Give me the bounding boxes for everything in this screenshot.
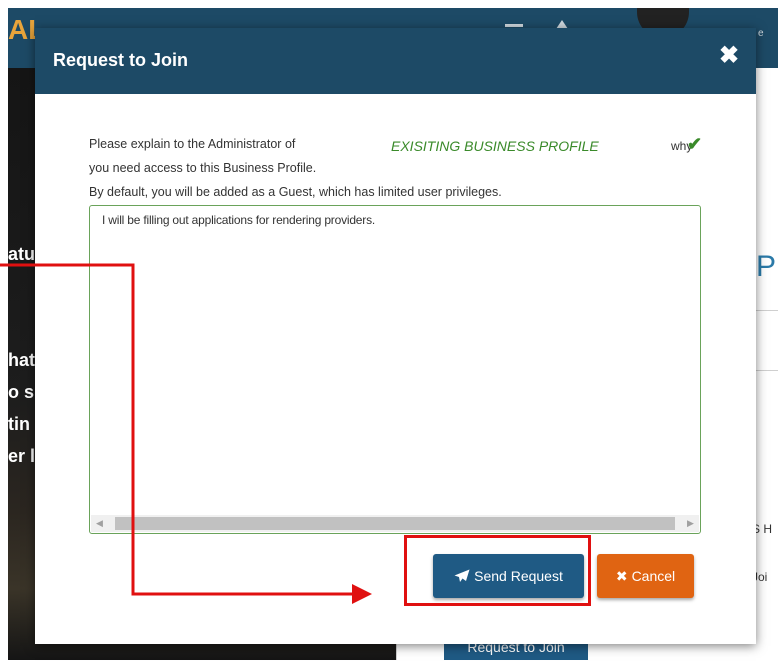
hero-text-fragment: o s bbox=[8, 382, 35, 402]
cancel-label: Cancel bbox=[631, 568, 676, 584]
request-to-join-modal: Request to Join ✖ Please explain to the … bbox=[35, 28, 756, 644]
hero-text-fragment: hat bbox=[8, 350, 35, 370]
hero-text-fragment: er l bbox=[8, 446, 36, 466]
instruction-line-1: Please explain to the Administrator of bbox=[89, 137, 296, 151]
instruction-line-2: you need access to this Business Profile… bbox=[89, 161, 317, 175]
checkmark-icon: ✔ bbox=[687, 134, 703, 154]
business-profile-name: EXISITING BUSINESS PROFILE bbox=[391, 138, 599, 154]
horizontal-scrollbar[interactable]: ◀ ▶ bbox=[91, 515, 699, 532]
scroll-right-arrow-icon[interactable]: ▶ bbox=[682, 515, 699, 532]
request-message-textarea[interactable]: I will be filling out applications for r… bbox=[89, 205, 701, 534]
request-message-value: I will be filling out applications for r… bbox=[102, 213, 376, 227]
right-panel-heading: P bbox=[756, 250, 777, 283]
times-icon: ✖ bbox=[615, 567, 628, 584]
close-x-icon[interactable]: ✖ bbox=[715, 42, 743, 70]
cancel-button[interactable]: ✖ Cancel bbox=[597, 554, 694, 598]
header-tag-text: e bbox=[758, 28, 764, 39]
scroll-left-arrow-icon[interactable]: ◀ bbox=[91, 515, 108, 532]
highlight-box bbox=[404, 535, 591, 606]
instruction-line-3: By default, you will be added as a Guest… bbox=[89, 185, 502, 199]
modal-title: Request to Join bbox=[53, 50, 189, 70]
scrollbar-thumb[interactable] bbox=[115, 517, 675, 530]
hero-text-fragment: tin bbox=[8, 414, 30, 434]
hero-text-fragment: atu bbox=[8, 244, 35, 264]
modal-header: Request to Join ✖ bbox=[35, 28, 756, 94]
